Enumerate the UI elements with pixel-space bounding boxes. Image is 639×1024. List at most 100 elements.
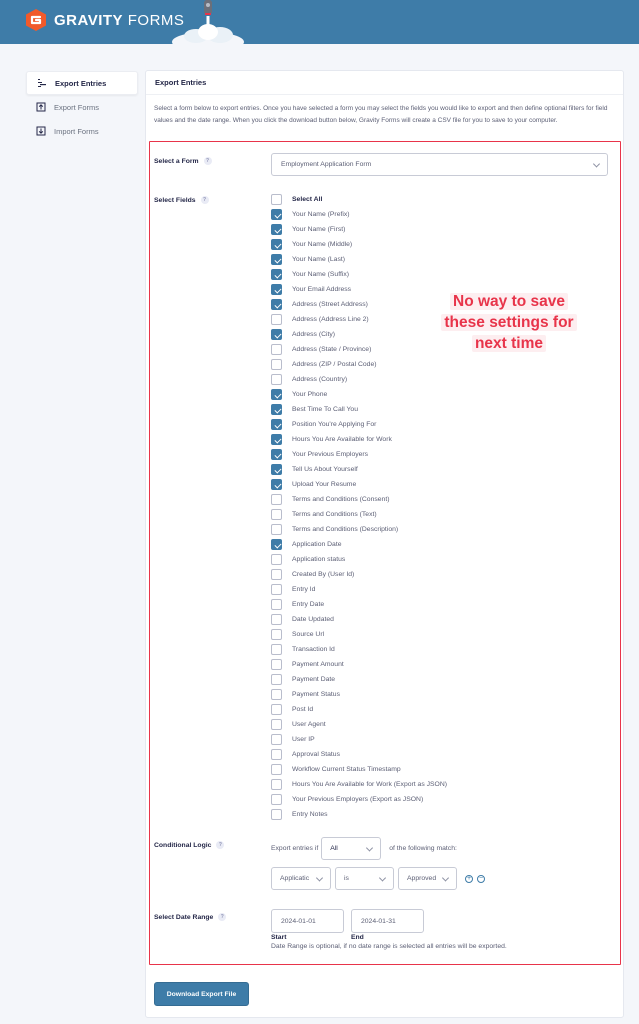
field-checkbox-row[interactable]: Entry Notes [271, 807, 447, 822]
checkbox-checked[interactable] [271, 209, 282, 220]
field-checkbox-row[interactable]: User IP [271, 732, 447, 747]
field-checkbox-row[interactable]: Your Name (Prefix) [271, 207, 447, 222]
field-checkbox-row[interactable]: Terms and Conditions (Consent) [271, 492, 447, 507]
field-checkbox-row[interactable]: Address (ZIP / Postal Code) [271, 357, 447, 372]
checkbox-checked[interactable] [271, 299, 282, 310]
field-checkbox-row[interactable]: Position You're Applying For [271, 417, 447, 432]
checkbox-unchecked[interactable] [271, 779, 282, 790]
start-date-input[interactable]: 2024-01-01 [271, 909, 344, 933]
field-checkbox-row[interactable]: Workflow Current Status Timestamp [271, 762, 447, 777]
checkbox-unchecked[interactable] [271, 764, 282, 775]
field-checkbox-row[interactable]: Address (Country) [271, 372, 447, 387]
field-checkbox-row[interactable]: Created By (User Id) [271, 567, 447, 582]
checkbox-unchecked[interactable] [271, 524, 282, 535]
field-checkbox-row[interactable]: Your Previous Employers (Export as JSON) [271, 792, 447, 807]
field-checkbox-row[interactable]: Upload Your Resume [271, 477, 447, 492]
field-checkbox-row[interactable]: Your Email Address [271, 282, 447, 297]
checkbox-unchecked[interactable] [271, 704, 282, 715]
field-checkbox-row[interactable]: Best Time To Call You [271, 402, 447, 417]
field-checkbox-row[interactable]: Your Name (First) [271, 222, 447, 237]
help-icon[interactable]: ? [216, 841, 225, 849]
checkbox-unchecked[interactable] [271, 494, 282, 505]
form-select[interactable]: Employment Application Form [271, 153, 608, 176]
checkbox-unchecked[interactable] [271, 509, 282, 520]
field-checkbox-row[interactable]: Hours You Are Available for Work (Export… [271, 777, 447, 792]
field-checkbox-row[interactable]: Your Name (Last) [271, 252, 447, 267]
field-checkbox-row[interactable]: Payment Date [271, 672, 447, 687]
sidebar-item-import-forms[interactable]: Import Forms [26, 119, 138, 143]
checkbox-unchecked[interactable] [271, 674, 282, 685]
checkbox-checked[interactable] [271, 224, 282, 235]
download-export-file-button[interactable]: Download Export File [154, 982, 249, 1006]
field-checkbox-row[interactable]: Post Id [271, 702, 447, 717]
checkbox-unchecked[interactable] [271, 554, 282, 565]
field-checkbox-row[interactable]: Entry Id [271, 582, 447, 597]
checkbox[interactable] [271, 194, 282, 205]
checkbox-checked[interactable] [271, 329, 282, 340]
field-checkbox-row[interactable]: Transaction Id [271, 642, 447, 657]
checkbox-checked[interactable] [271, 269, 282, 280]
checkbox-unchecked[interactable] [271, 374, 282, 385]
checkbox-checked[interactable] [271, 239, 282, 250]
checkbox-unchecked[interactable] [271, 644, 282, 655]
checkbox-unchecked[interactable] [271, 719, 282, 730]
checkbox-checked[interactable] [271, 419, 282, 430]
remove-rule-button[interactable]: − [477, 874, 485, 883]
checkbox-unchecked[interactable] [271, 659, 282, 670]
help-icon[interactable]: ? [218, 913, 227, 921]
checkbox-checked[interactable] [271, 254, 282, 265]
checkbox-unchecked[interactable] [271, 749, 282, 760]
field-checkbox-row[interactable]: Date Updated [271, 612, 447, 627]
field-checkbox-row[interactable]: Approval Status [271, 747, 447, 762]
checkbox-unchecked[interactable] [271, 614, 282, 625]
select-all-checkbox[interactable]: Select All [271, 192, 447, 207]
field-checkbox-row[interactable]: Terms and Conditions (Text) [271, 507, 447, 522]
field-checkbox-row[interactable]: Payment Amount [271, 657, 447, 672]
checkbox-checked[interactable] [271, 479, 282, 490]
checkbox-unchecked[interactable] [271, 794, 282, 805]
field-checkbox-row[interactable]: Your Phone [271, 387, 447, 402]
field-checkbox-row[interactable]: Address (Street Address) [271, 297, 447, 312]
field-checkbox-row[interactable]: Application Date [271, 537, 447, 552]
checkbox-unchecked[interactable] [271, 734, 282, 745]
help-icon[interactable]: ? [200, 196, 209, 204]
field-checkbox-row[interactable]: Address (Address Line 2) [271, 312, 447, 327]
checkbox-checked[interactable] [271, 404, 282, 415]
field-checkbox-row[interactable]: Your Name (Middle) [271, 237, 447, 252]
checkbox-checked[interactable] [271, 434, 282, 445]
checkbox-unchecked[interactable] [271, 809, 282, 820]
field-checkbox-row[interactable]: Address (State / Province) [271, 342, 447, 357]
add-rule-button[interactable]: + [465, 874, 473, 883]
checkbox-unchecked[interactable] [271, 629, 282, 640]
field-checkbox-row[interactable]: Source Url [271, 627, 447, 642]
checkbox-unchecked[interactable] [271, 584, 282, 595]
end-date-input[interactable]: 2024-01-31 [351, 909, 424, 933]
field-checkbox-row[interactable]: User Agent [271, 717, 447, 732]
field-checkbox-row[interactable]: Your Previous Employers [271, 447, 447, 462]
field-checkbox-row[interactable]: Terms and Conditions (Description) [271, 522, 447, 537]
checkbox-unchecked[interactable] [271, 569, 282, 580]
checkbox-checked[interactable] [271, 389, 282, 400]
field-checkbox-row[interactable]: Entry Date [271, 597, 447, 612]
checkbox-unchecked[interactable] [271, 359, 282, 370]
checkbox-checked[interactable] [271, 449, 282, 460]
checkbox-unchecked[interactable] [271, 689, 282, 700]
checkbox-unchecked[interactable] [271, 314, 282, 325]
help-icon[interactable]: ? [203, 157, 212, 165]
rule-field-select[interactable]: Applicatic [271, 867, 331, 890]
sidebar-item-export-entries[interactable]: Export Entries [26, 71, 138, 95]
checkbox-unchecked[interactable] [271, 344, 282, 355]
field-checkbox-row[interactable]: Hours You Are Available for Work [271, 432, 447, 447]
field-checkbox-row[interactable]: Application status [271, 552, 447, 567]
rule-operator-select[interactable]: is [335, 867, 394, 890]
field-checkbox-row[interactable]: Tell Us About Yourself [271, 462, 447, 477]
checkbox-checked[interactable] [271, 464, 282, 475]
checkbox-unchecked[interactable] [271, 599, 282, 610]
rule-value-select[interactable]: Approved [398, 867, 457, 890]
checkbox-checked[interactable] [271, 539, 282, 550]
field-checkbox-row[interactable]: Address (City) [271, 327, 447, 342]
field-checkbox-row[interactable]: Payment Status [271, 687, 447, 702]
match-type-select[interactable]: All [321, 837, 382, 860]
sidebar-item-export-forms[interactable]: Export Forms [26, 95, 138, 119]
field-checkbox-row[interactable]: Your Name (Suffix) [271, 267, 447, 282]
